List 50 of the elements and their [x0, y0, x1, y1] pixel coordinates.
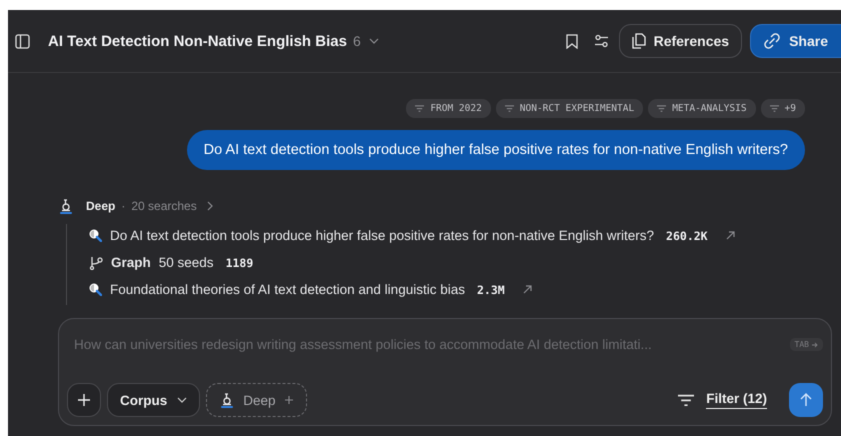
chevron-down-icon[interactable]	[368, 38, 379, 44]
filter-icon	[415, 104, 424, 112]
chevron-down-icon	[177, 397, 188, 403]
step-text: Foundational theories of AI text detection and linguistic bias	[110, 282, 465, 297]
bookmark-icon[interactable]	[566, 34, 578, 48]
mode-chip[interactable]: Deep	[206, 383, 307, 417]
step-text: Do AI text detection tools produce higher false positive rates for non-native English writers?	[110, 228, 654, 243]
separator-dot: ·	[121, 199, 126, 213]
branch-icon	[89, 256, 103, 270]
filter-icon	[678, 394, 694, 406]
filter-button[interactable]: Filter (12)	[672, 390, 773, 410]
result-count: 2.3M	[476, 282, 505, 296]
send-button[interactable]	[789, 383, 823, 417]
filter-icon	[770, 104, 779, 112]
link-icon	[763, 32, 782, 50]
external-link-icon[interactable]	[522, 285, 532, 294]
arrow-up-icon	[800, 393, 812, 407]
plus-icon	[284, 395, 294, 405]
microscope-icon	[58, 198, 74, 214]
filter-chip[interactable]: META-ANALYSIS	[648, 99, 756, 118]
search-icon	[89, 229, 102, 242]
plus-icon	[77, 393, 91, 407]
documents-icon	[632, 33, 646, 49]
sidebar-toggle-icon[interactable]	[15, 34, 30, 48]
external-link-icon[interactable]	[726, 231, 735, 240]
result-count: 260.2K	[666, 228, 708, 242]
search-count[interactable]: 20 searches	[131, 199, 197, 213]
thread-count: 6	[352, 33, 361, 49]
share-button[interactable]: Share	[750, 24, 841, 58]
references-button[interactable]: References	[618, 24, 742, 58]
add-button[interactable]	[67, 383, 101, 417]
chevron-right-icon[interactable]	[206, 201, 213, 211]
question-input[interactable]: How can universities redesign writing assessment policies to accommodate AI detection limitati...	[74, 333, 782, 356]
filter-icon	[657, 104, 666, 112]
result-count: 1189	[226, 256, 254, 270]
step-text: 50 seeds	[158, 255, 214, 270]
tab-hint: TAB	[790, 338, 823, 351]
thread-title: AI Text Detection Non-Native English Bias	[48, 32, 347, 50]
arrow-right-icon	[812, 342, 818, 348]
search-icon	[89, 283, 102, 296]
filter-chip[interactable]: +9	[760, 99, 805, 118]
mode-label: Deep	[86, 199, 116, 213]
step-label: Graph	[111, 255, 151, 270]
filter-chip[interactable]: FROM 2022	[406, 99, 491, 118]
corpus-dropdown[interactable]: Corpus	[107, 383, 200, 417]
question-bubble: Do AI text detection tools produce higher false positive rates for non-native English writers?	[186, 130, 805, 170]
sliders-icon[interactable]	[594, 34, 609, 48]
filter-chip[interactable]: NON-RCT EXPERIMENTAL	[496, 99, 644, 118]
microscope-icon	[219, 392, 236, 408]
filter-icon	[504, 104, 514, 112]
